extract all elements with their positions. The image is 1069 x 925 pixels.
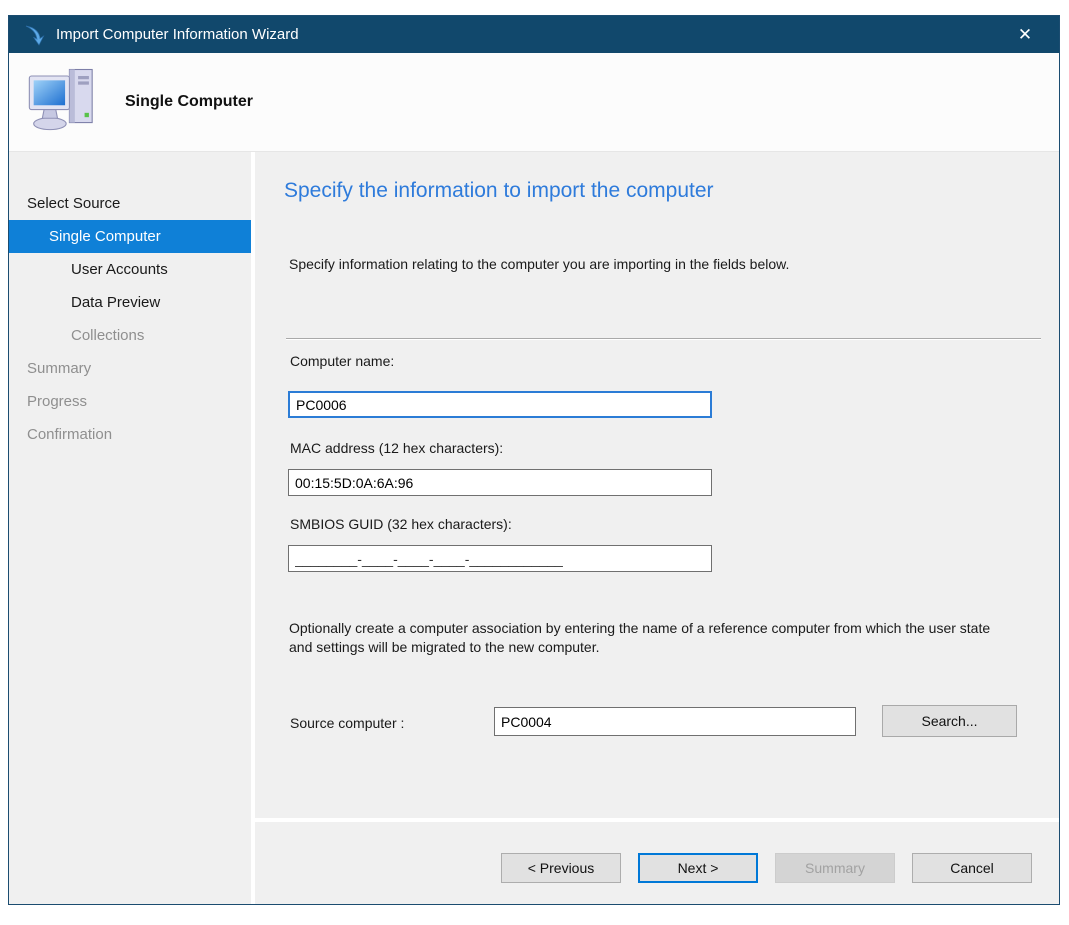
wizard-page-title: Single Computer [125,93,253,111]
wizard-window: Import Computer Information Wizard ✕ Sin… [8,15,1060,905]
computer-name-label: Computer name: [290,353,394,369]
step-user-accounts[interactable]: User Accounts [9,253,251,286]
page-heading: Specify the information to import the co… [284,179,714,203]
source-computer-label: Source computer : [290,715,404,731]
next-button[interactable]: Next > [638,853,758,883]
mac-address-input[interactable] [288,469,712,496]
smbios-guid-input[interactable] [288,545,712,572]
computer-name-input[interactable] [288,391,712,418]
step-summary: Summary [9,352,251,385]
divider [286,338,1041,340]
footer-button-row: < Previous Next > Summary Cancel [255,853,1060,883]
step-data-preview[interactable]: Data Preview [9,286,251,319]
wizard-main-panel: Specify the information to import the co… [255,152,1060,904]
computer-icon [25,63,103,141]
search-button[interactable]: Search... [882,705,1017,737]
wizard-header: Single Computer [9,53,1059,152]
step-collections: Collections [9,319,251,352]
step-progress: Progress [9,385,251,418]
close-icon[interactable]: ✕ [1005,16,1045,53]
summary-button: Summary [775,853,895,883]
previous-button[interactable]: < Previous [501,853,621,883]
mac-address-label: MAC address (12 hex characters): [290,440,503,456]
step-select-source[interactable]: Select Source [9,187,251,220]
source-computer-input[interactable] [494,707,856,736]
footer-separator [255,818,1060,822]
wizard-arrow-icon [23,23,47,47]
wizard-body: Select Source Single Computer User Accou… [9,152,1059,904]
title-bar: Import Computer Information Wizard ✕ [9,16,1059,53]
step-single-computer[interactable]: Single Computer [9,220,251,253]
cancel-button[interactable]: Cancel [912,853,1032,883]
window-title: Import Computer Information Wizard [56,26,299,43]
association-note: Optionally create a computer association… [289,619,1015,657]
step-confirmation: Confirmation [9,418,251,451]
intro-text: Specify information relating to the comp… [289,256,789,272]
wizard-steps-sidebar: Select Source Single Computer User Accou… [9,152,251,904]
smbios-guid-label: SMBIOS GUID (32 hex characters): [290,516,512,532]
